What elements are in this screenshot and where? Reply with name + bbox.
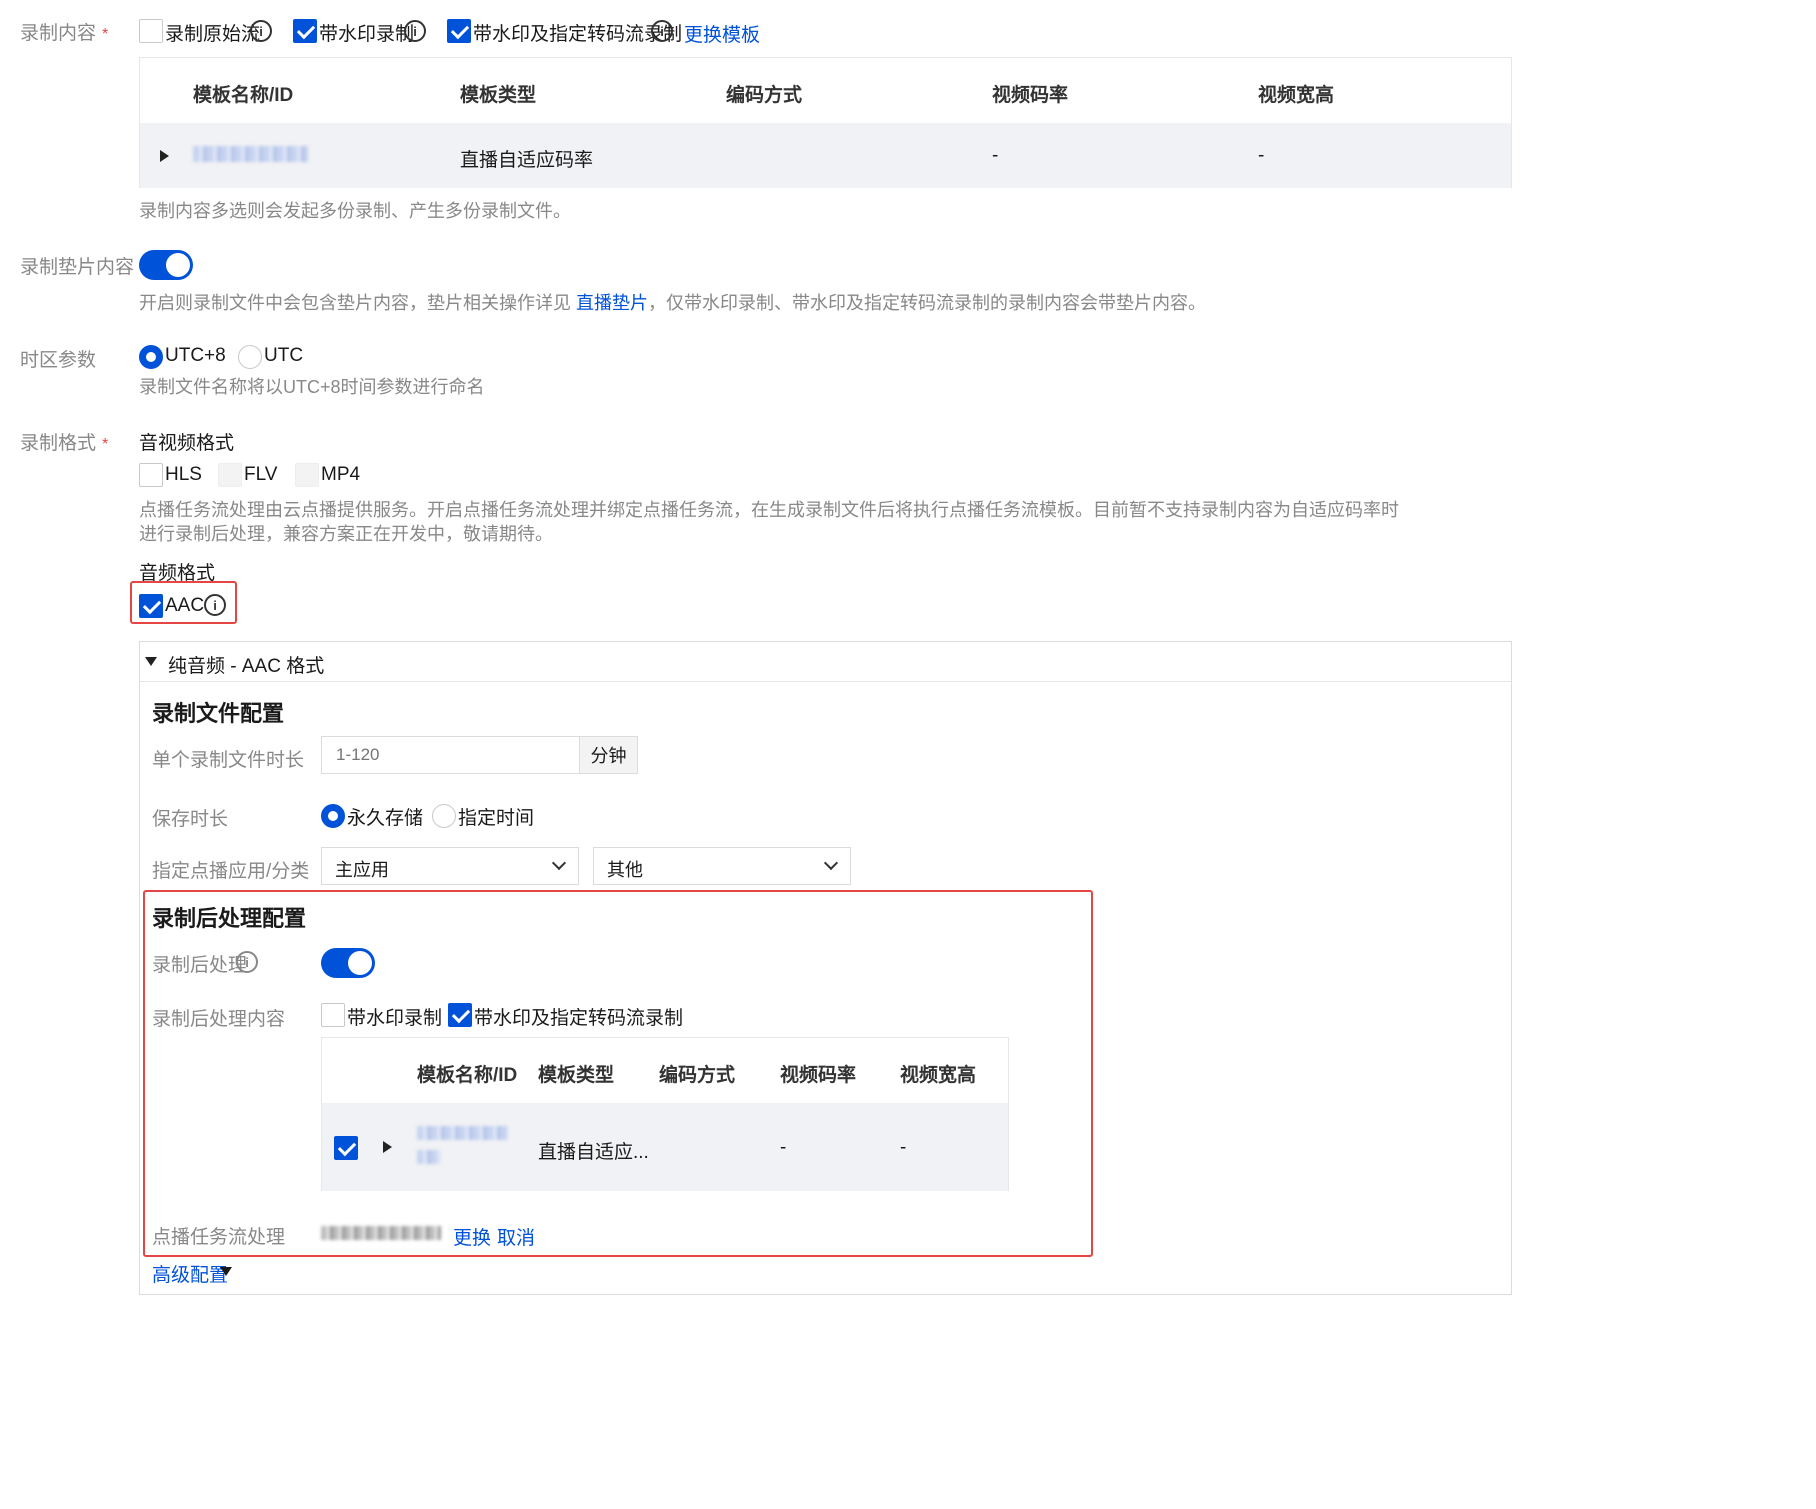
table-row[interactable] (140, 123, 1511, 188)
post-process-toggle[interactable] (321, 948, 375, 978)
mp4-checkbox[interactable] (295, 463, 319, 487)
record-raw-checkbox[interactable] (139, 19, 163, 43)
timezone-utc8-radio[interactable] (139, 345, 163, 369)
table-header: 编码方式 (659, 1065, 736, 1086)
slate-hint: 开启则录制文件中会包含垫片内容，垫片相关操作详见 直播垫片，仅带水印录制、带水印… (139, 293, 1207, 313)
duration-input[interactable] (321, 736, 580, 774)
table-header: 视频码率 (992, 85, 1069, 106)
info-icon[interactable]: i (204, 594, 226, 616)
timezone-hint: 录制文件名称将以UTC+8时间参数进行命名 (139, 377, 485, 397)
table-header: 视频码率 (780, 1065, 857, 1086)
timezone-utc-label: UTC (264, 345, 304, 366)
record-content-hint: 录制内容多选则会发起多份录制、产生多份录制文件。 (139, 201, 571, 221)
file-config-title: 录制文件配置 (152, 701, 285, 726)
format-label: 录制格式 * (20, 433, 109, 454)
vod-app-select[interactable]: 主应用 (321, 847, 579, 885)
record-watermark-label: 带水印录制 (319, 24, 415, 45)
table-header: 编码方式 (726, 85, 803, 106)
caret-down-icon[interactable] (220, 1267, 232, 1276)
table-header: 模板类型 (460, 85, 537, 106)
info-icon[interactable]: i (250, 20, 272, 42)
flv-checkbox[interactable] (218, 463, 242, 487)
row-select-checkbox[interactable] (334, 1136, 358, 1160)
mp4-label: MP4 (321, 464, 361, 485)
post-process-enable-label: 录制后处理 (152, 955, 248, 976)
record-watermark-checkbox[interactable] (293, 19, 317, 43)
info-icon[interactable]: i (236, 951, 258, 973)
slate-toggle[interactable] (139, 250, 193, 280)
slate-doc-link[interactable]: 直播垫片 (576, 293, 648, 313)
chevron-down-icon (823, 855, 839, 871)
info-icon[interactable]: i (404, 20, 426, 42)
template-id-blurred (417, 1150, 441, 1164)
retention-permanent-label: 永久存储 (347, 808, 424, 829)
chevron-down-icon (551, 855, 567, 871)
slate-label: 录制垫片内容 (20, 257, 135, 278)
expand-arrow-icon[interactable] (383, 1141, 392, 1153)
expand-arrow-icon[interactable] (160, 150, 169, 162)
change-template-link[interactable]: 更换模板 (684, 20, 760, 47)
collapse-arrow-icon[interactable] (145, 657, 157, 666)
bitrate-cell: - (992, 145, 999, 166)
duration-label: 单个录制文件时长 (152, 750, 305, 771)
timezone-utc-radio[interactable] (238, 345, 262, 369)
template-type-cell: 直播自适应码率 (460, 150, 594, 171)
flv-label: FLV (244, 464, 278, 485)
template-table (139, 57, 1512, 188)
post-watermark-label: 带水印录制 (347, 1008, 443, 1029)
panel-header[interactable] (140, 642, 1511, 682)
template-name-blurred (193, 146, 308, 162)
post-watermark-checkbox[interactable] (321, 1003, 345, 1027)
hls-checkbox[interactable] (139, 463, 163, 487)
vod-task-cancel-link[interactable]: 取消 (497, 1223, 535, 1250)
table-header: 模板类型 (538, 1065, 615, 1086)
duration-unit: 分钟 (579, 736, 638, 774)
table-header: 模板名称/ID (193, 85, 294, 106)
post-process-title: 录制后处理配置 (152, 906, 307, 931)
info-icon[interactable]: i (651, 20, 673, 42)
post-watermark-transcode-checkbox[interactable] (448, 1003, 472, 1027)
bitrate-cell: - (780, 1137, 787, 1158)
av-format-title: 音视频格式 (139, 433, 235, 454)
hls-label: HLS (165, 464, 202, 485)
template-name-blurred (417, 1126, 508, 1140)
vod-category-select[interactable]: 其他 (593, 847, 851, 885)
aac-checkbox[interactable] (139, 594, 163, 618)
aac-label: AAC (165, 595, 205, 616)
table-header: 视频宽高 (900, 1065, 977, 1086)
av-format-hint-2: 进行录制后处理，兼容方案正在开发中，敬请期待。 (139, 524, 553, 544)
size-cell: - (1258, 145, 1265, 166)
record-content-label: 录制内容 * (20, 23, 109, 44)
vod-task-change-link[interactable]: 更换 (453, 1223, 491, 1250)
table-header: 视频宽高 (1258, 85, 1335, 106)
template-type-cell: 直播自适应... (538, 1142, 649, 1163)
retention-custom-label: 指定时间 (458, 808, 535, 829)
post-process-content-label: 录制后处理内容 (152, 1009, 286, 1030)
retention-custom-radio[interactable] (432, 804, 456, 828)
timezone-utc8-label: UTC+8 (165, 345, 226, 366)
table-header: 模板名称/ID (417, 1065, 518, 1086)
vod-task-label: 点播任务流处理 (152, 1227, 286, 1248)
post-watermark-transcode-label: 带水印及指定转码流录制 (474, 1008, 684, 1029)
retention-permanent-radio[interactable] (321, 804, 345, 828)
record-watermark-transcode-checkbox[interactable] (447, 19, 471, 43)
vod-app-label: 指定点播应用/分类 (152, 861, 310, 882)
panel-title: 纯音频 - AAC 格式 (168, 656, 325, 677)
record-raw-label: 录制原始流 (165, 24, 261, 45)
size-cell: - (900, 1137, 907, 1158)
retention-label: 保存时长 (152, 809, 229, 830)
advanced-config-link[interactable]: 高级配置 (152, 1260, 228, 1287)
vod-task-name-blurred (321, 1226, 441, 1240)
timezone-label: 时区参数 (20, 350, 97, 371)
